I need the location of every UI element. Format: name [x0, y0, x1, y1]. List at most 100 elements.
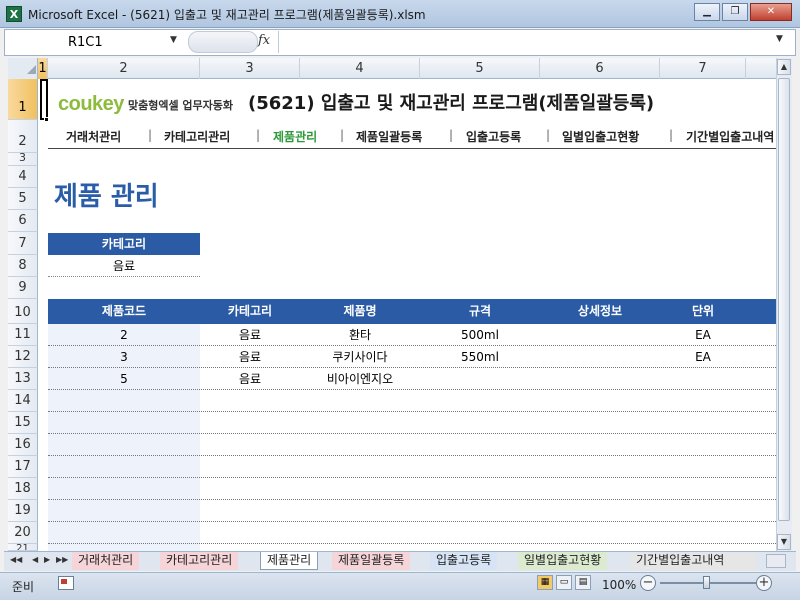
row-header[interactable]: 16: [8, 434, 38, 456]
table-cell[interactable]: 쿠키사이다: [300, 346, 420, 368]
excel-icon[interactable]: X: [6, 6, 22, 22]
column-header[interactable]: 2: [48, 58, 200, 79]
formula-bar-divider[interactable]: [188, 31, 258, 53]
table-cell[interactable]: EA: [660, 346, 746, 368]
nav-link-bulk-register[interactable]: 제품일괄등록: [356, 128, 422, 144]
nav-link-inout-register[interactable]: 입출고등록: [466, 128, 521, 144]
window-title: Microsoft Excel - (5621) 입출고 및 재고관리 프로그램…: [28, 8, 426, 22]
row-header[interactable]: 6: [8, 210, 38, 232]
category-filter-value[interactable]: 음료: [48, 256, 200, 277]
row-header[interactable]: 8: [8, 255, 38, 277]
row-header[interactable]: 18: [8, 478, 38, 500]
zoom-slider-thumb[interactable]: [703, 576, 710, 589]
table-cell[interactable]: [540, 368, 660, 390]
row-header[interactable]: 9: [8, 277, 38, 299]
row-header[interactable]: 3: [8, 152, 38, 166]
column-header[interactable]: 6: [540, 58, 660, 79]
row-header[interactable]: 10: [8, 299, 38, 324]
table-cell[interactable]: 비아이엔지오: [300, 368, 420, 390]
table-cell[interactable]: 2: [48, 324, 200, 346]
macro-record-icon[interactable]: [58, 576, 74, 590]
scroll-up-icon[interactable]: ▲: [777, 59, 791, 75]
zoom-level[interactable]: 100%: [602, 578, 636, 592]
row-header[interactable]: 11: [8, 324, 38, 346]
table-cell[interactable]: 환타: [300, 324, 420, 346]
nav-link-clients[interactable]: 거래처관리: [66, 128, 121, 144]
normal-view-icon[interactable]: ▦: [537, 575, 553, 590]
logo-subtitle: 맞춤형엑셀 업무자동화: [128, 99, 234, 112]
table-cell[interactable]: 550ml: [420, 346, 540, 368]
table-header-cell: 제품코드: [101, 304, 147, 318]
table-cell[interactable]: EA: [660, 324, 746, 346]
expand-formula-bar-icon[interactable]: ▼: [776, 34, 783, 44]
row-header[interactable]: 14: [8, 390, 38, 412]
formula-input[interactable]: [278, 31, 774, 53]
column-header[interactable]: 5: [420, 58, 540, 79]
row-header[interactable]: 4: [8, 166, 38, 188]
horizontal-scroll-handle[interactable]: [766, 554, 786, 568]
table-cell[interactable]: 음료: [200, 368, 300, 390]
next-sheet-icon[interactable]: ▶: [44, 555, 50, 564]
column-header[interactable]: 3: [200, 58, 300, 79]
row-header[interactable]: 7: [8, 232, 38, 255]
zoom-in-icon[interactable]: +: [756, 575, 772, 591]
page-break-view-icon[interactable]: ▤: [575, 575, 591, 590]
active-cell-cursor[interactable]: [40, 79, 48, 120]
minimize-button[interactable]: ▁: [694, 3, 720, 21]
sheet-tab[interactable]: 일별입출고현황: [518, 552, 608, 570]
sheet-tab[interactable]: 제품일괄등록: [332, 552, 411, 570]
row-header[interactable]: 2: [8, 120, 38, 153]
sheet-tab[interactable]: 거래처관리: [72, 552, 140, 570]
nav-link-products[interactable]: 제품관리: [273, 128, 317, 144]
table-cell[interactable]: [540, 324, 660, 346]
scroll-down-icon[interactable]: ▼: [777, 534, 791, 550]
row-divider: [48, 411, 776, 412]
column-header[interactable]: 7: [660, 58, 746, 79]
chevron-down-icon[interactable]: ▼: [170, 35, 177, 45]
nav-link-period-history[interactable]: 기간별입출고내역: [686, 128, 776, 144]
table-cell[interactable]: 5: [48, 368, 200, 390]
first-sheet-icon[interactable]: ◀◀: [10, 555, 22, 564]
table-header-cell: 규격: [468, 304, 492, 318]
select-all-icon: [27, 65, 36, 74]
name-box[interactable]: R1C1: [8, 33, 184, 52]
row-header[interactable]: 12: [8, 346, 38, 368]
table-cell[interactable]: 500ml: [420, 324, 540, 346]
sheet-tab-active[interactable]: 제품관리: [260, 552, 319, 570]
table-cell[interactable]: [420, 368, 540, 390]
restore-button[interactable]: ❐: [722, 3, 748, 21]
vertical-scroll-thumb[interactable]: [778, 78, 790, 521]
row-divider: [48, 433, 776, 434]
row-divider: [48, 389, 776, 390]
table-cell[interactable]: 음료: [200, 346, 300, 368]
row-header[interactable]: 1: [8, 79, 38, 120]
page-layout-view-icon[interactable]: ▭: [556, 575, 572, 590]
row-divider: [48, 345, 776, 346]
row-header[interactable]: 19: [8, 500, 38, 522]
nav-link-daily-status[interactable]: 일별입출고현황: [562, 128, 639, 144]
fill-handle[interactable]: [44, 117, 49, 122]
last-sheet-icon[interactable]: ▶▶: [56, 555, 68, 564]
table-cell[interactable]: [540, 346, 660, 368]
column-header[interactable]: 4: [300, 58, 420, 79]
close-button[interactable]: ✕: [750, 3, 792, 21]
sheet-tab[interactable]: 기간별입출고내역: [630, 552, 756, 570]
row-header[interactable]: 5: [8, 188, 38, 210]
row-header[interactable]: 17: [8, 456, 38, 478]
row-header[interactable]: 20: [8, 522, 38, 544]
nav-link-categories[interactable]: 카테고리관리: [164, 128, 230, 144]
table-cell[interactable]: 음료: [200, 324, 300, 346]
row-header[interactable]: 21: [8, 544, 38, 551]
prev-sheet-icon[interactable]: ◀: [32, 555, 38, 564]
column-header[interactable]: 1: [38, 58, 48, 79]
table-cell[interactable]: 3: [48, 346, 200, 368]
insert-function-icon[interactable]: fx: [258, 33, 270, 48]
coukey-logo: coukey: [58, 93, 124, 115]
row-header[interactable]: 13: [8, 368, 38, 390]
row-divider: [48, 455, 776, 456]
row-header[interactable]: 15: [8, 412, 38, 434]
sheet-tab[interactable]: 입출고등록: [430, 552, 498, 570]
table-cell[interactable]: [660, 368, 746, 390]
sheet-tab[interactable]: 카테고리관리: [160, 552, 239, 570]
zoom-out-icon[interactable]: −: [640, 575, 656, 591]
